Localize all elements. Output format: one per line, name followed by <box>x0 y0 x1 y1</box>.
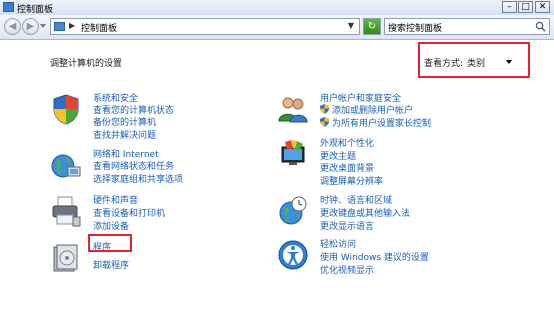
uac-shield-icon <box>320 104 329 114</box>
users-icon[interactable] <box>277 93 309 125</box>
link-backup-computer[interactable]: 备份您的计算机 <box>93 115 156 128</box>
highlight-programs <box>88 234 132 252</box>
link-add-remove-accounts[interactable]: 添加或删除用户帐户 <box>320 103 413 116</box>
search-placeholder: 搜索控制面板 <box>388 24 443 34</box>
page-heading: 调整计算机的设置 <box>50 59 123 69</box>
link-homegroup-sharing[interactable]: 选择家庭组和共享选项 <box>93 172 183 185</box>
link-label: 添加或删除用户帐户 <box>332 106 414 116</box>
forward-button[interactable]: ▶ <box>22 18 39 35</box>
view-by-control[interactable]: 查看方式: 类别 <box>418 42 530 78</box>
refresh-button[interactable]: ↻ <box>363 18 381 35</box>
address-bar[interactable]: ▶ 控制面板 ▼ <box>50 18 360 35</box>
link-display-language[interactable]: 更改显示语言 <box>320 219 374 232</box>
category-title[interactable]: 轻松访问 <box>320 237 356 250</box>
address-dropdown-icon[interactable]: ▼ <box>348 21 354 30</box>
window-title: 控制面板 <box>17 5 54 15</box>
printer-icon[interactable] <box>50 195 82 227</box>
network-globe-icon[interactable] <box>50 149 82 181</box>
view-by-value[interactable]: 类别 <box>467 56 485 69</box>
breadcrumb-arrow-icon[interactable]: ▶ <box>69 21 75 30</box>
link-recommended-settings[interactable]: 使用 Windows 建议的设置 <box>320 250 429 263</box>
programs-icon[interactable] <box>50 242 82 274</box>
clock-globe-icon[interactable] <box>277 195 309 227</box>
address-toolbar: ◀ ▶ ▶ 控制面板 ▼ ↻ 搜索控制面板 <box>0 15 554 40</box>
minimize-button[interactable]: – <box>502 1 517 13</box>
category-title[interactable]: 外观和个性化 <box>320 136 374 149</box>
search-input[interactable]: 搜索控制面板 <box>384 18 550 35</box>
close-button[interactable]: ✕ <box>535 1 550 13</box>
control-panel-icon <box>54 22 65 31</box>
uac-shield-icon <box>320 117 329 127</box>
recent-pages-dropdown[interactable] <box>40 24 46 28</box>
category-title[interactable]: 时钟、语言和区域 <box>320 193 392 206</box>
breadcrumb-control-panel[interactable]: 控制面板 <box>81 21 117 34</box>
link-uninstall-program[interactable]: 卸载程序 <box>93 258 129 271</box>
chevron-down-icon[interactable] <box>506 60 512 64</box>
link-network-status[interactable]: 查看网络状态和任务 <box>93 159 174 172</box>
title-bar: 控制面板 – □ ✕ <box>0 0 554 16</box>
link-keyboard-input-methods[interactable]: 更改键盘或其他输入法 <box>320 206 410 219</box>
link-label: 为所有用户设置家长控制 <box>332 119 432 129</box>
shield-icon[interactable] <box>50 93 82 125</box>
link-devices-printers[interactable]: 查看设备和打印机 <box>93 206 165 219</box>
back-button[interactable]: ◀ <box>4 18 21 35</box>
control-panel-icon <box>3 2 14 12</box>
link-troubleshoot[interactable]: 查找并解决问题 <box>93 128 156 141</box>
link-optimize-visual-display[interactable]: 优化视频显示 <box>320 263 374 276</box>
maximize-button[interactable]: □ <box>518 1 533 13</box>
category-title[interactable]: 硬件和声音 <box>93 193 138 206</box>
search-icon[interactable] <box>535 21 546 32</box>
ease-of-access-icon[interactable] <box>277 239 309 271</box>
link-add-device[interactable]: 添加设备 <box>93 219 129 232</box>
monitor-color-icon[interactable] <box>277 138 309 170</box>
link-screen-resolution[interactable]: 调整屏幕分辨率 <box>320 174 383 187</box>
view-by-label: 查看方式: <box>424 59 464 69</box>
link-parental-controls[interactable]: 为所有用户设置家长控制 <box>320 116 431 129</box>
link-change-desktop-background[interactable]: 更改桌面背景 <box>320 161 374 174</box>
